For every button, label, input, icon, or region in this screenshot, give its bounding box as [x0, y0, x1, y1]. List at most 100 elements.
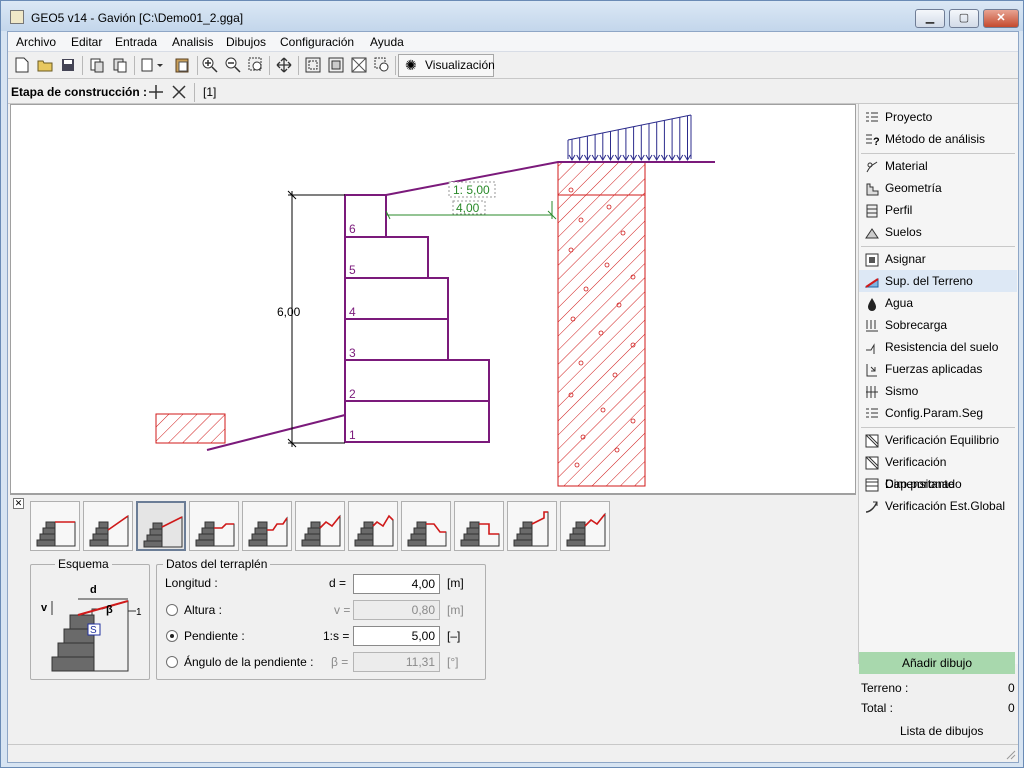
delete-stage-icon[interactable] [169, 82, 189, 102]
height-radio[interactable] [166, 604, 178, 616]
new-file-icon[interactable] [12, 55, 32, 75]
sidebar-item-label: Verificación Equilibrio [885, 433, 1000, 447]
sidebar-item-perfil[interactable]: Perfil [859, 199, 1017, 221]
open-folder-icon[interactable] [35, 55, 55, 75]
menu-configuracion[interactable]: Configuración [280, 35, 354, 49]
sidebar-item-sobrecarga[interactable]: Sobrecarga [859, 314, 1017, 336]
fit-view-icon[interactable] [303, 55, 323, 75]
sidebar-item-sup-terreno[interactable]: Sup. del Terreno [859, 270, 1017, 292]
save-icon[interactable] [58, 55, 78, 75]
sidebar-item-geometria[interactable]: Geometría [859, 177, 1017, 199]
scheme-group: Esquema d v β S 1 [30, 557, 150, 680]
title-bar: GEO5 v14 - Gavión [C:\Demo01_2.gga] ▁ ▢ … [1, 1, 1023, 31]
menu-archivo[interactable]: Archivo [16, 35, 56, 49]
toolbar: ✺ Visualización [8, 52, 1018, 79]
add-stage-icon[interactable] [146, 82, 166, 102]
terrain-shape-bench-icon[interactable] [189, 501, 239, 551]
length-input[interactable]: 4,00 [353, 574, 440, 594]
toolbar-separator [134, 56, 135, 75]
zoom-out-icon[interactable] [223, 55, 243, 75]
sidebar-item-verificacion-cap-portante[interactable]: Verificación Cap.portante [859, 451, 1017, 491]
soils-icon [865, 225, 879, 239]
height-dimension-label: 6,00 [277, 305, 301, 319]
sidebar-item-metodo-analisis[interactable]: ? Método de análisis [859, 128, 1017, 150]
terrain-shape-step-wall-icon[interactable] [454, 501, 504, 551]
sidebar-item-resistencia-suelo[interactable]: Resistencia del suelo [859, 336, 1017, 358]
slope-label: 1: 5,00 [453, 183, 490, 197]
scheme-v-label: v [41, 602, 48, 614]
zoom-previous-icon[interactable] [372, 55, 392, 75]
sidebar-item-verificacion-equilibrio[interactable]: Verificación Equilibrio [859, 429, 1017, 451]
sidebar-item-fuerzas-aplicadas[interactable]: Fuerzas aplicadas [859, 358, 1017, 380]
sidebar-item-asignar[interactable]: Asignar [859, 248, 1017, 270]
sidebar-item-label: Proyecto [885, 110, 933, 124]
sparkle-icon: ✺ [405, 57, 417, 73]
terrain-shape-irregular-icon[interactable] [348, 501, 398, 551]
terrain-shape-wall-top-icon[interactable] [507, 501, 557, 551]
length-label: 4,00 [456, 201, 480, 215]
maximize-button[interactable]: ▢ [949, 9, 979, 28]
terrain-shape-flat-icon[interactable] [30, 501, 80, 551]
terrain-line-top [385, 161, 715, 196]
close-button[interactable]: ✕ [983, 9, 1019, 28]
block-label-3: 3 [349, 346, 356, 360]
copy-data-icon[interactable] [87, 55, 107, 75]
full-view-icon[interactable] [349, 55, 369, 75]
menu-entrada[interactable]: Entrada [115, 35, 157, 49]
sidebar-item-config-param-seg[interactable]: Config.Param.Seg [859, 402, 1017, 424]
clipboard-icon[interactable] [172, 55, 192, 75]
stage-tab-1[interactable]: [1] [203, 85, 216, 99]
surcharge-load [567, 114, 692, 161]
sidebar-item-suelos[interactable]: Suelos [859, 221, 1017, 243]
terrain-shape-rising-slope-icon[interactable] [83, 501, 133, 551]
assign-icon [865, 252, 879, 267]
sidebar-item-verificacion-est-global[interactable]: Verificación Est.Global [859, 495, 1017, 517]
add-drawing-button[interactable]: Añadir dibujo [859, 652, 1015, 674]
menu-ayuda[interactable]: Ayuda [370, 35, 404, 49]
menu-dibujos[interactable]: Dibujos [226, 35, 266, 49]
frame-view-icon[interactable] [326, 55, 346, 75]
height-input[interactable]: 0,80 [353, 600, 440, 620]
sidebar-separator [861, 427, 1015, 428]
toolbar-separator [298, 56, 299, 75]
terrain-shape-wavy-slope-icon[interactable] [295, 501, 345, 551]
menu-analisis[interactable]: Analisis [172, 35, 213, 49]
sidebar-item-label: Perfil [885, 203, 913, 217]
material-icon [865, 159, 879, 173]
drawings-list-button[interactable]: Lista de dibujos [900, 724, 983, 738]
zoom-window-icon[interactable] [246, 55, 266, 75]
sidebar-item-dimensionado[interactable]: Dimensionado [859, 473, 1017, 495]
copy-view-dropdown-icon[interactable] [139, 55, 167, 75]
sidebar-separator [861, 153, 1015, 154]
angle-input[interactable]: 11,31 [353, 652, 440, 672]
sidebar-separator [861, 246, 1015, 247]
terrain-shape-double-bench-icon[interactable] [242, 501, 292, 551]
menu-editar[interactable]: Editar [71, 35, 102, 49]
soil-column [557, 161, 646, 487]
terrain-shape-dip-icon[interactable] [401, 501, 451, 551]
terrain-count-label: Terreno : [861, 681, 909, 695]
angle-radio[interactable] [166, 656, 178, 668]
sidebar-item-agua[interactable]: Agua [859, 292, 1017, 314]
gabion-wall [344, 194, 490, 443]
zoom-in-icon[interactable] [200, 55, 220, 75]
pan-move-icon[interactable] [274, 55, 294, 75]
resize-grip-icon[interactable] [1004, 748, 1016, 760]
front-soil-block [155, 413, 226, 444]
sidebar-item-label: Fuerzas aplicadas [885, 362, 983, 376]
toolbar-separator [82, 56, 83, 75]
visualization-button[interactable]: ✺ Visualización [398, 54, 495, 77]
terrain-shape-broken-slope-icon[interactable] [560, 501, 610, 551]
sidebar-item-material[interactable]: Material [859, 155, 1017, 177]
close-frame-icon[interactable]: ✕ [13, 498, 24, 509]
paste-data-icon[interactable] [110, 55, 130, 75]
sidebar-item-sismo[interactable]: Sismo [859, 380, 1017, 402]
terrain-shape-embankment-icon[interactable] [136, 501, 186, 551]
slope-input[interactable]: 5,00 [353, 626, 440, 646]
drawing-canvas[interactable]: 1 2 3 4 5 6 6,00 1: 5,00 4,00 [10, 104, 856, 494]
minimize-button[interactable]: ▁ [915, 9, 945, 28]
sidebar-item-proyecto[interactable]: Proyecto [859, 106, 1017, 128]
height-unit: [m] [447, 603, 464, 617]
geometry-icon [865, 181, 879, 196]
slope-radio[interactable] [166, 630, 178, 642]
